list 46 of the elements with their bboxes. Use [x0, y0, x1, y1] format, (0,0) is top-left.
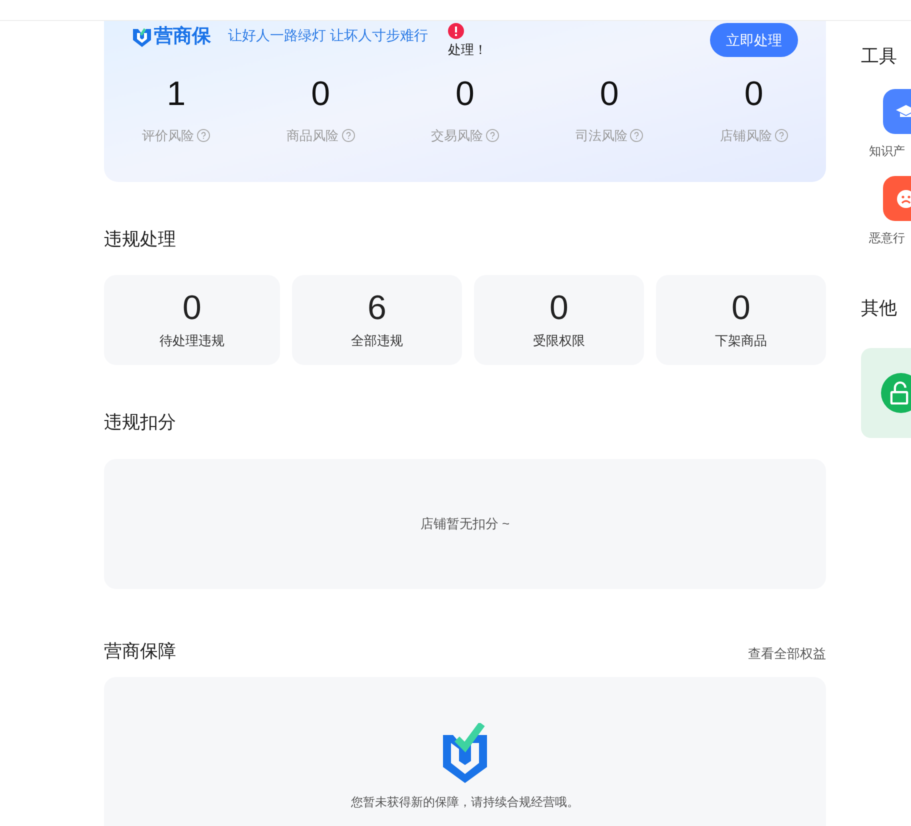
risk-count: 1: [166, 74, 186, 114]
help-icon: [342, 129, 355, 142]
section-title: 其他: [861, 297, 898, 320]
section-title: 违规扣分: [104, 411, 177, 431]
shield-logo-icon: [132, 26, 152, 48]
risk-label: 交易风险: [430, 127, 483, 145]
risk-notice: 处理！: [448, 41, 487, 59]
risk-label: 店铺风险: [720, 127, 772, 145]
empty-message: 店铺暂无扣分 ~: [420, 515, 510, 534]
violation-label: 下架商品: [715, 332, 767, 350]
risk-count: 0: [456, 74, 474, 114]
shield-check-icon: [442, 723, 488, 785]
violation-count: 6: [368, 289, 386, 328]
violation-label: 全部违规: [351, 332, 403, 350]
risk-label: 商品风险: [286, 127, 339, 145]
view-all-link[interactable]: 查看全部权益: [748, 644, 826, 664]
tool-card[interactable]: [861, 348, 911, 438]
risk-count: 0: [600, 74, 619, 114]
help-icon: [197, 129, 210, 142]
violation-card[interactable]: 0 待处理违规: [104, 275, 280, 365]
section-title: 工具: [861, 45, 898, 68]
violation-card[interactable]: 0 下架商品: [656, 275, 826, 365]
tool-label[interactable]: 知识产: [869, 142, 905, 160]
violation-count: 0: [732, 289, 750, 328]
brand-name: 营商保: [154, 24, 211, 49]
handle-now-button[interactable]: 立即处理: [710, 23, 798, 57]
risk-label: 司法风险: [575, 127, 628, 145]
violation-label: 受限权限: [533, 332, 585, 350]
section-title: 营商保障: [104, 640, 176, 662]
empty-message: 您暂未获得新的保障，请持续合规经营哦。: [351, 794, 579, 811]
risk-label: 评价风险: [142, 127, 194, 145]
violation-count: 0: [182, 289, 202, 328]
violation-count: 0: [550, 289, 568, 328]
risk-count: 0: [311, 74, 330, 114]
violation-card[interactable]: 0 受限权限: [474, 275, 644, 365]
unlock-icon: [881, 370, 911, 416]
help-icon: [630, 129, 644, 142]
warning-icon: [448, 23, 464, 39]
violation-label: 待处理违规: [160, 332, 224, 350]
section-title: 违规处理: [104, 228, 177, 248]
help-icon: [774, 129, 788, 142]
risk-count: 0: [744, 74, 764, 114]
slogan-text: 让好人一路绿灯 让坏人寸步难行: [228, 26, 429, 45]
tool-label[interactable]: 恶意行: [869, 229, 905, 247]
violation-card[interactable]: 6 全部违规: [292, 275, 462, 365]
help-icon: [486, 129, 499, 142]
